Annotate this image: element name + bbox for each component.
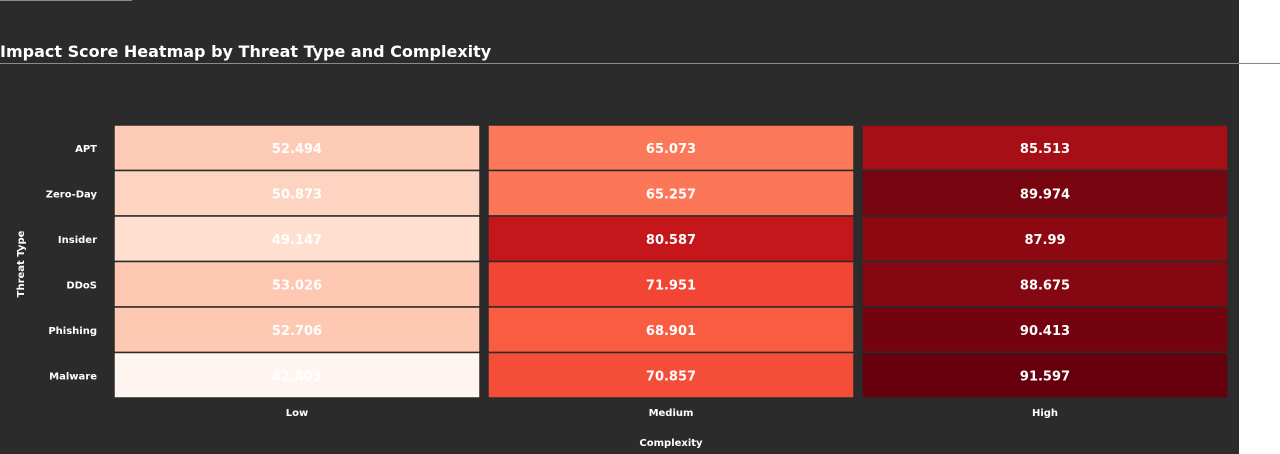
heatmap-chart: 52.494 65.073 85.513 50.873 65.257 89.974 49.1… — [16, 124, 1229, 449]
cell-value-label: 52.494 — [272, 142, 322, 157]
chart-panel: Impact Score Heatmap by Threat Type and … — [0, 0, 1280, 454]
x-tick-labels: Low Medium High — [286, 408, 1058, 419]
cell-value-label: 87.99 — [1024, 233, 1065, 248]
x-tick-label: Low — [286, 408, 308, 419]
x-tick-label: High — [1032, 408, 1058, 419]
cell-value-label: 49.147 — [272, 233, 322, 248]
cell-value-label: 90.413 — [1020, 324, 1070, 339]
y-tick-labels: APT Zero-Day Insider DDoS Phishing Malware — [46, 144, 98, 383]
y-tick-label: Insider — [58, 235, 97, 246]
cell-value-label: 52.706 — [272, 324, 322, 339]
cell-value-label: 53.026 — [272, 278, 322, 293]
cell-value-label: 70.857 — [646, 369, 696, 384]
y-tick-label: DDoS — [66, 280, 97, 291]
x-axis-label: Complexity — [639, 438, 703, 449]
cell-value-label: 88.675 — [1020, 278, 1070, 293]
y-tick-label: APT — [75, 144, 97, 155]
cell-value-label: 91.597 — [1020, 369, 1070, 384]
cell-value-label: 71.951 — [646, 278, 696, 293]
cell-value-label: 42.803 — [272, 369, 322, 384]
cell-value-label: 50.873 — [272, 187, 322, 202]
y-tick-label: Malware — [49, 371, 97, 382]
x-tick-label: Medium — [649, 408, 694, 419]
y-tick-label: Phishing — [48, 326, 97, 337]
cell-value-label: 89.974 — [1020, 187, 1070, 202]
cell-value-label: 65.257 — [646, 187, 696, 202]
heatmap-cells: 52.494 65.073 85.513 50.873 65.257 89.974 49.1… — [113, 124, 1229, 399]
cell-value-label: 85.513 — [1020, 142, 1070, 157]
cell-value-label: 65.073 — [646, 142, 696, 157]
y-tick-label: Zero-Day — [46, 189, 98, 200]
cell-value-label: 80.587 — [646, 233, 696, 248]
y-axis-label: Threat Type — [16, 230, 27, 297]
cell-value-label: 68.901 — [646, 324, 696, 339]
